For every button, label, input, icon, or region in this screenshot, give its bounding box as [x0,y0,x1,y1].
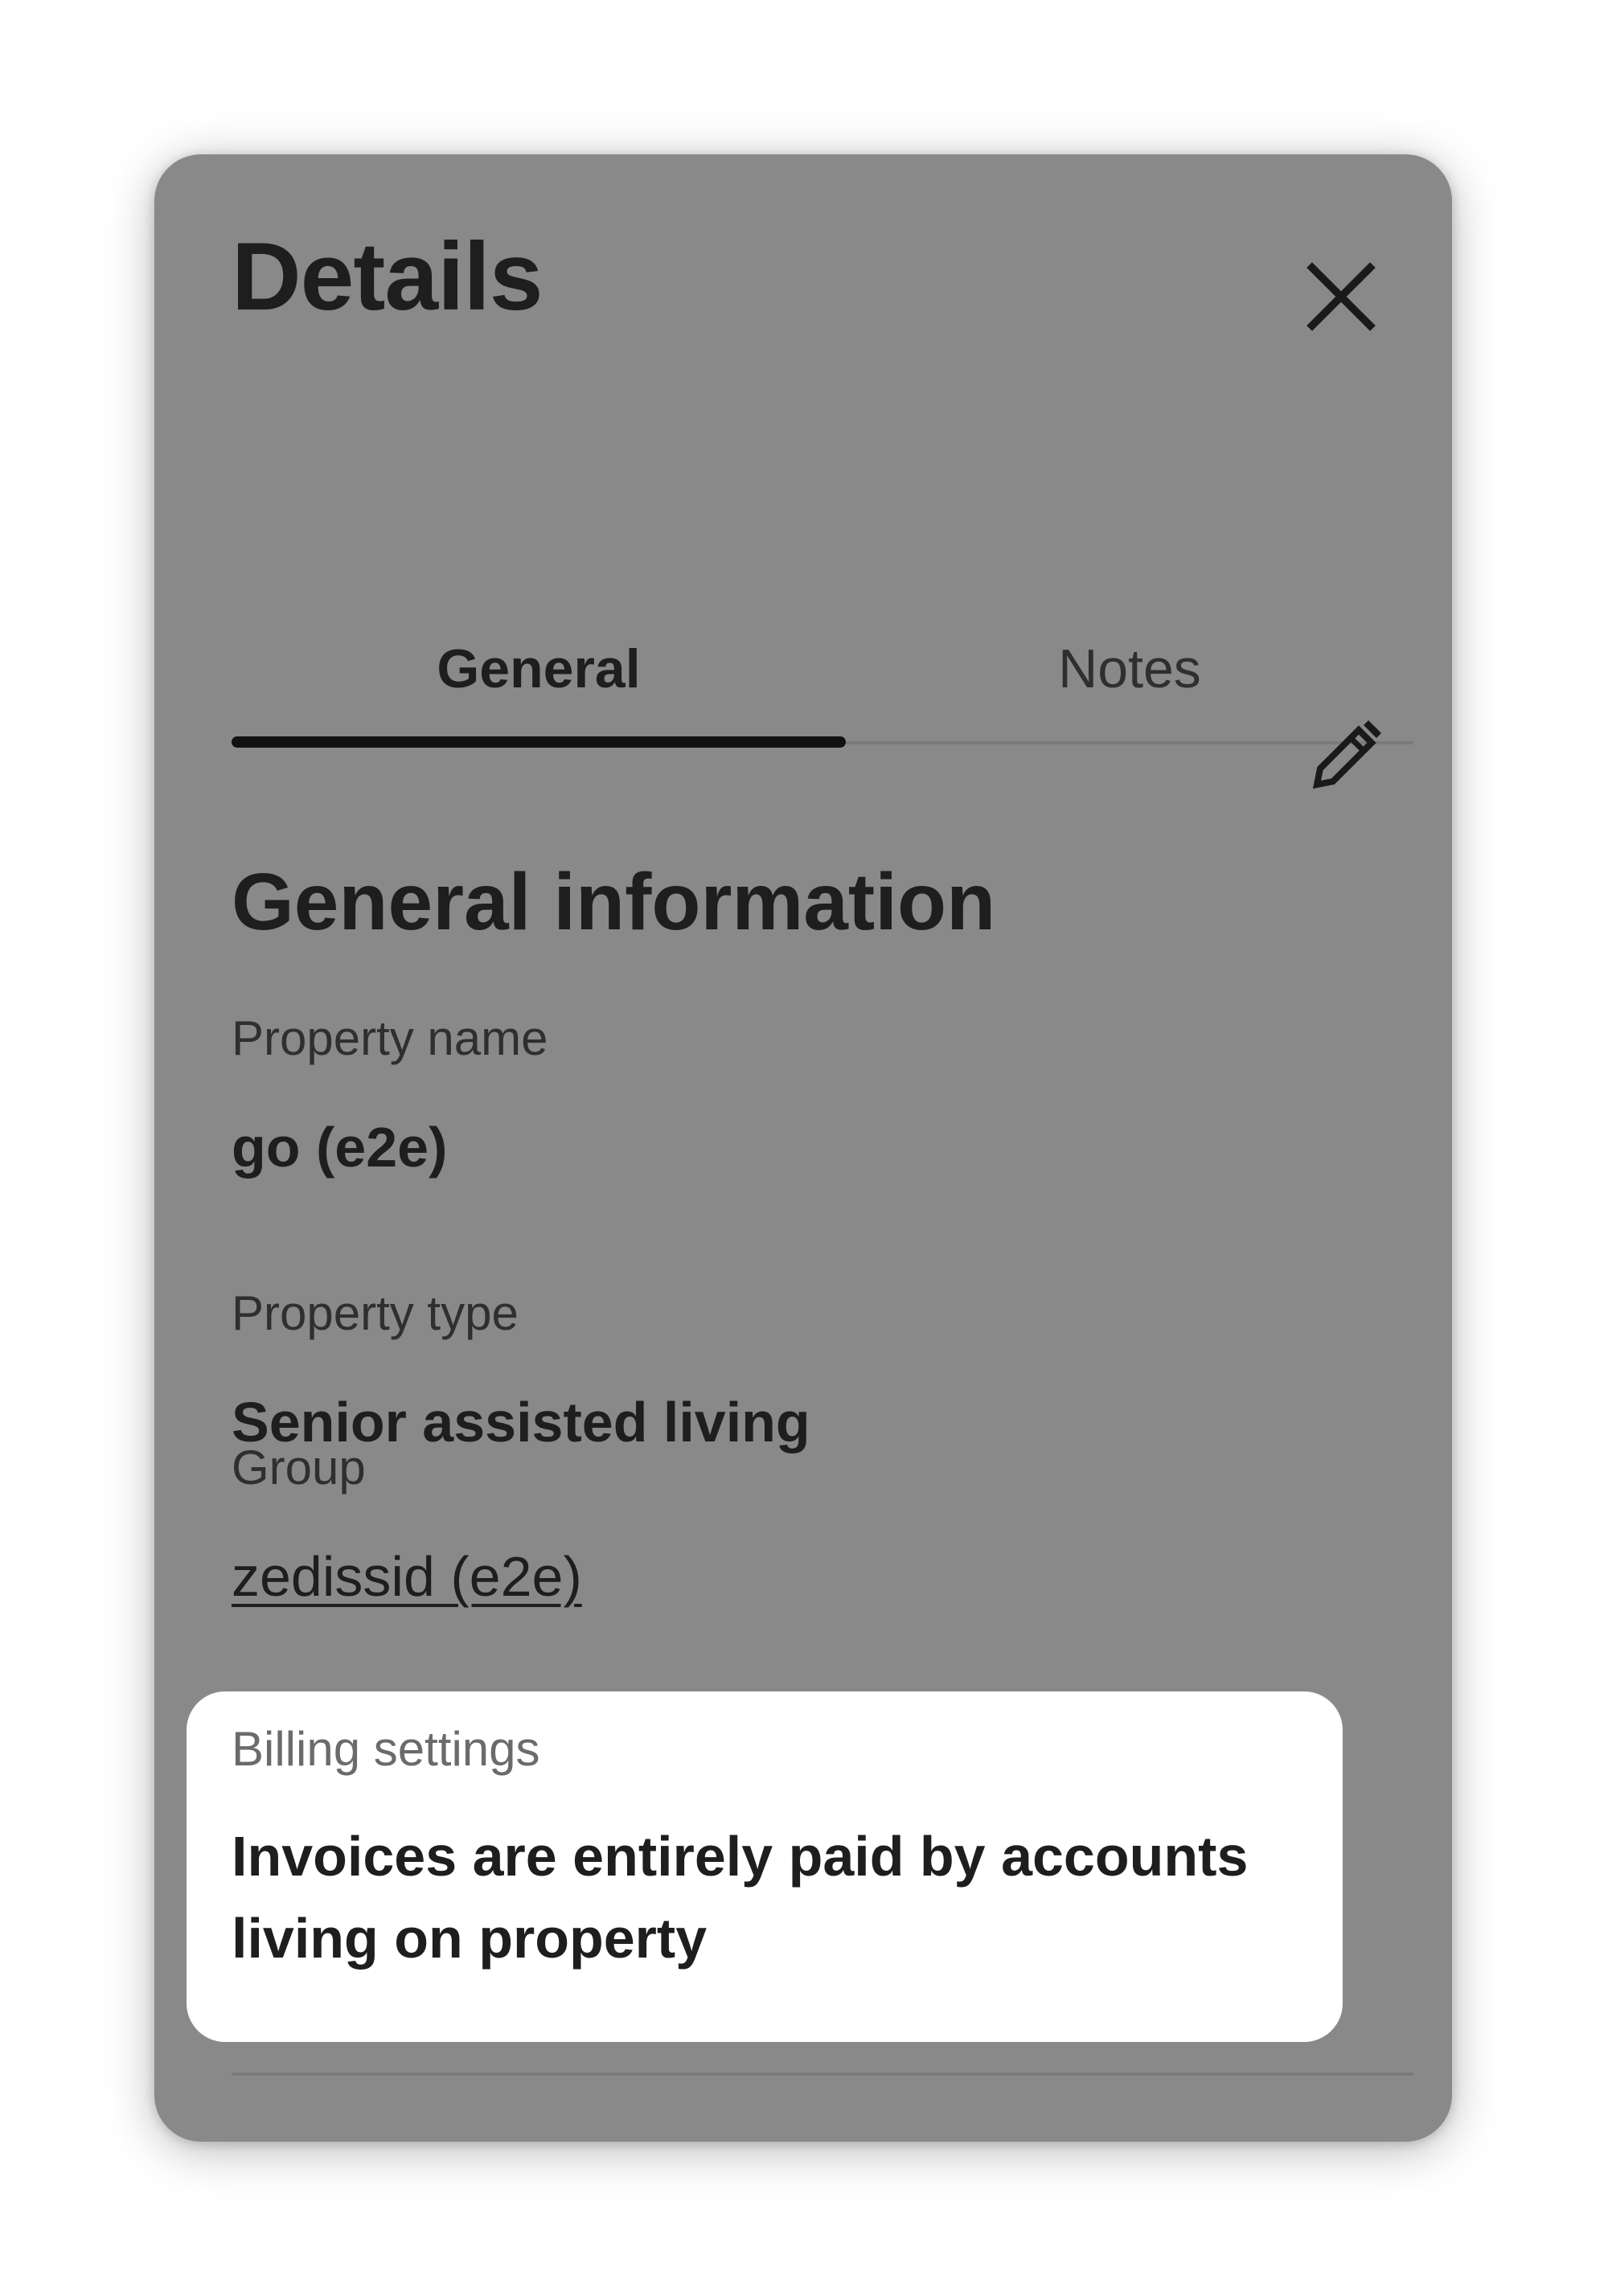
group-link[interactable]: zedissid (e2e) [232,1548,582,1605]
details-panel: Details General Notes General informatio… [154,154,1452,2142]
property-type-label: Property type [232,1286,519,1340]
pencil-icon [1312,720,1381,789]
section-title: General information [232,857,996,947]
property-name-label: Property name [232,1011,548,1065]
bottom-divider [232,2073,1413,2076]
billing-settings-label: Billing settings [232,1722,540,1776]
close-button[interactable] [1298,254,1384,339]
edit-button[interactable] [1306,715,1386,796]
group-label: Group [232,1441,366,1494]
close-icon [1306,262,1376,331]
tab-general[interactable]: General [232,588,846,749]
billing-settings-card: Billing settings Invoices are entirely p… [187,1691,1343,2042]
billing-settings-value: Invoices are entirely paid by accounts l… [232,1825,1249,1970]
panel-title: Details [232,223,544,330]
active-tab-indicator [232,736,846,748]
property-name-value: go (e2e) [232,1116,448,1179]
tab-bar: General Notes [232,588,1413,749]
